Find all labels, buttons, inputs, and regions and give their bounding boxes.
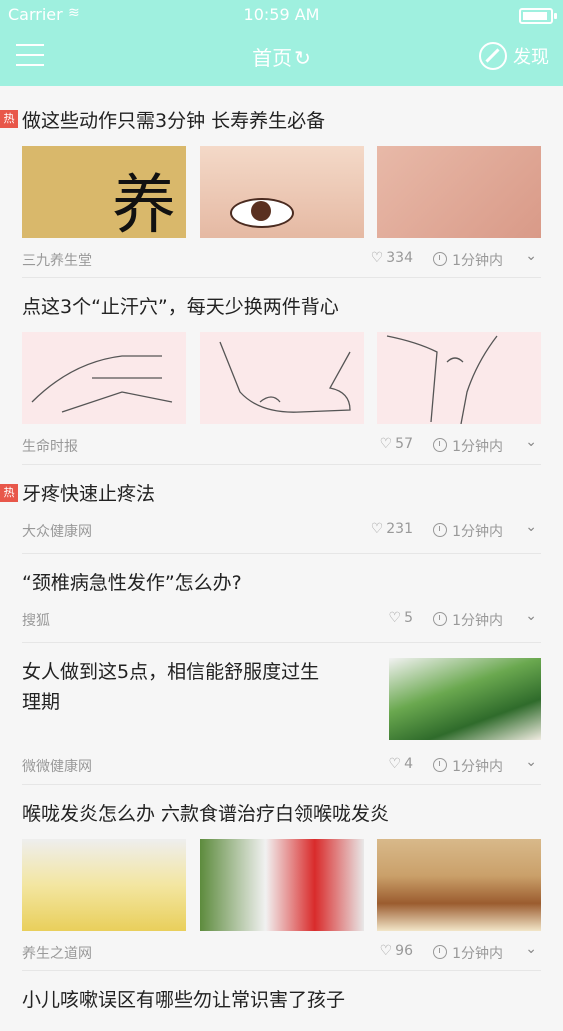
source-label: 大众健康网 [22, 524, 92, 540]
clock-icon [433, 945, 448, 959]
list-item[interactable]: 喉咙发炎怎么办 六款食谱治疗白领喉咙发炎 养生之道网 ♡ 96 1分钟内 ⌄ [22, 785, 541, 971]
refresh-icon[interactable]: ↻ [294, 46, 311, 70]
thumbnail-row: 养 [22, 146, 541, 243]
discover-label: 发现 [513, 47, 549, 68]
list-item[interactable]: 女人做到这5点，相信能舒服度过生 理期 微微健康网 ♡ 4 1分钟内 ⌄ [22, 643, 541, 785]
source-label: 三九养生堂 [22, 253, 92, 269]
foot-sketch [218, 341, 351, 413]
chevron-down-icon[interactable]: ⌄ [525, 754, 537, 770]
news-feed: 热 做这些动作只需3分钟 长寿养生必备 养 三九养生堂 ♡ 334 1分钟内 ⌄ … [0, 86, 563, 1031]
article-meta: 大众健康网 ♡ 231 1分钟内 ⌄ [22, 509, 541, 549]
article-meta: 养生之道网 ♡ 96 1分钟内 ⌄ [22, 931, 541, 971]
article-meta: 搜狐 ♡ 5 1分钟内 ⌄ [22, 598, 541, 638]
clock: 10:59 AM [243, 5, 320, 24]
likes-count: ♡ 231 [370, 521, 413, 537]
battery-icon [519, 8, 553, 24]
heart-icon: ♡ [388, 610, 402, 626]
likes-count: ♡ 5 [388, 610, 413, 626]
article-thumbnail[interactable] [389, 658, 541, 740]
article-meta: 生命时报 ♡ 57 1分钟内 ⌄ [22, 424, 541, 464]
list-item[interactable]: 点这3个“止汗穴”，每天少换两件背心 生命时报 ♡ 57 1分钟内 ⌄ [22, 278, 541, 465]
article-meta: 微微健康网 ♡ 4 1分钟内 ⌄ [22, 744, 541, 784]
clock-icon [433, 252, 448, 266]
article-thumbnail[interactable] [199, 332, 364, 424]
chevron-down-icon[interactable]: ⌄ [525, 941, 537, 957]
clock-icon [433, 523, 448, 537]
hand-sketch [31, 355, 173, 413]
article-title[interactable]: “颈椎病急性发作”怎么办? [22, 554, 541, 598]
article-thumbnail[interactable] [22, 839, 186, 931]
heart-icon: ♡ [379, 943, 393, 959]
time-label: 1分钟内 [433, 943, 503, 963]
time-label: 1分钟内 [433, 250, 503, 270]
article-title-line: 女人做到这5点，相信能舒服度过生 [22, 661, 320, 683]
heart-icon: ♡ [370, 521, 384, 537]
chevron-down-icon[interactable]: ⌄ [525, 434, 537, 450]
time-label: 1分钟内 [433, 756, 503, 776]
article-title[interactable]: 小儿咳嗽误区有哪些勿让常识害了孩子 [22, 971, 541, 1015]
article-thumbnail[interactable] [377, 839, 541, 931]
article-title[interactable]: 做这些动作只需3分钟 长寿养生必备 [22, 86, 541, 136]
likes-count: ♡ 96 [379, 943, 413, 959]
article-title[interactable]: 牙疼快速止疼法 [22, 465, 541, 509]
list-item[interactable]: 热 牙疼快速止疼法 大众健康网 ♡ 231 1分钟内 ⌄ [0, 465, 541, 554]
status-bar: Carrier ≋ 10:59 AM [0, 0, 563, 30]
clock-icon [433, 758, 448, 772]
leg-sketch [386, 335, 498, 425]
thumbnail-row [22, 332, 541, 425]
discover-button[interactable]: 发现 [479, 42, 549, 70]
article-meta: 三九养生堂 ♡ 334 1分钟内 ⌄ [22, 238, 541, 278]
article-thumbnail[interactable] [377, 332, 541, 425]
heart-icon: ♡ [379, 436, 393, 452]
likes-count: ♡ 4 [388, 756, 413, 772]
heart-icon: ♡ [370, 250, 384, 266]
time-label: 1分钟内 [433, 610, 503, 630]
article-thumbnail[interactable] [377, 146, 541, 238]
chevron-down-icon[interactable]: ⌄ [525, 519, 537, 535]
top-bar: Carrier ≋ 10:59 AM 首页 ↻ 发现 [0, 0, 563, 86]
hot-badge: 热 [0, 110, 18, 128]
time-label: 1分钟内 [433, 521, 503, 541]
article-title[interactable]: 喉咙发炎怎么办 六款食谱治疗白领喉咙发炎 [22, 785, 541, 829]
heart-icon: ♡ [388, 756, 402, 772]
time-label: 1分钟内 [433, 436, 503, 456]
article-thumbnail[interactable]: 养 [22, 146, 186, 243]
calligraphy-text: 养 [112, 169, 176, 243]
battery-tip [554, 13, 557, 19]
source-label: 生命时报 [22, 439, 78, 455]
compass-icon [479, 42, 507, 70]
chevron-down-icon[interactable]: ⌄ [525, 248, 537, 264]
article-thumbnail[interactable] [199, 146, 364, 238]
source-label: 搜狐 [22, 613, 50, 629]
clock-icon [433, 612, 448, 626]
article-title-line: 理期 [22, 691, 61, 713]
thumbnail-row [22, 839, 541, 931]
clock-icon [433, 438, 448, 452]
list-item[interactable]: 小儿咳嗽误区有哪些勿让常识害了孩子 [22, 971, 541, 1031]
article-thumbnail[interactable] [22, 332, 186, 424]
likes-count: ♡ 334 [370, 250, 413, 266]
source-label: 微微健康网 [22, 759, 92, 775]
source-label: 养生之道网 [22, 946, 92, 962]
article-title[interactable]: 女人做到这5点，相信能舒服度过生 理期 [22, 643, 372, 717]
hot-badge: 热 [0, 484, 18, 502]
list-item[interactable]: 热 做这些动作只需3分钟 长寿养生必备 养 三九养生堂 ♡ 334 1分钟内 ⌄ [0, 86, 541, 278]
list-item[interactable]: “颈椎病急性发作”怎么办? 搜狐 ♡ 5 1分钟内 ⌄ [22, 554, 541, 643]
iris-shape [250, 201, 271, 221]
page-title: 首页 [252, 46, 293, 70]
article-thumbnail[interactable] [199, 839, 364, 931]
article-title[interactable]: 点这3个“止汗穴”，每天少换两件背心 [22, 278, 541, 322]
likes-count: ♡ 57 [379, 436, 413, 452]
chevron-down-icon[interactable]: ⌄ [525, 608, 537, 624]
